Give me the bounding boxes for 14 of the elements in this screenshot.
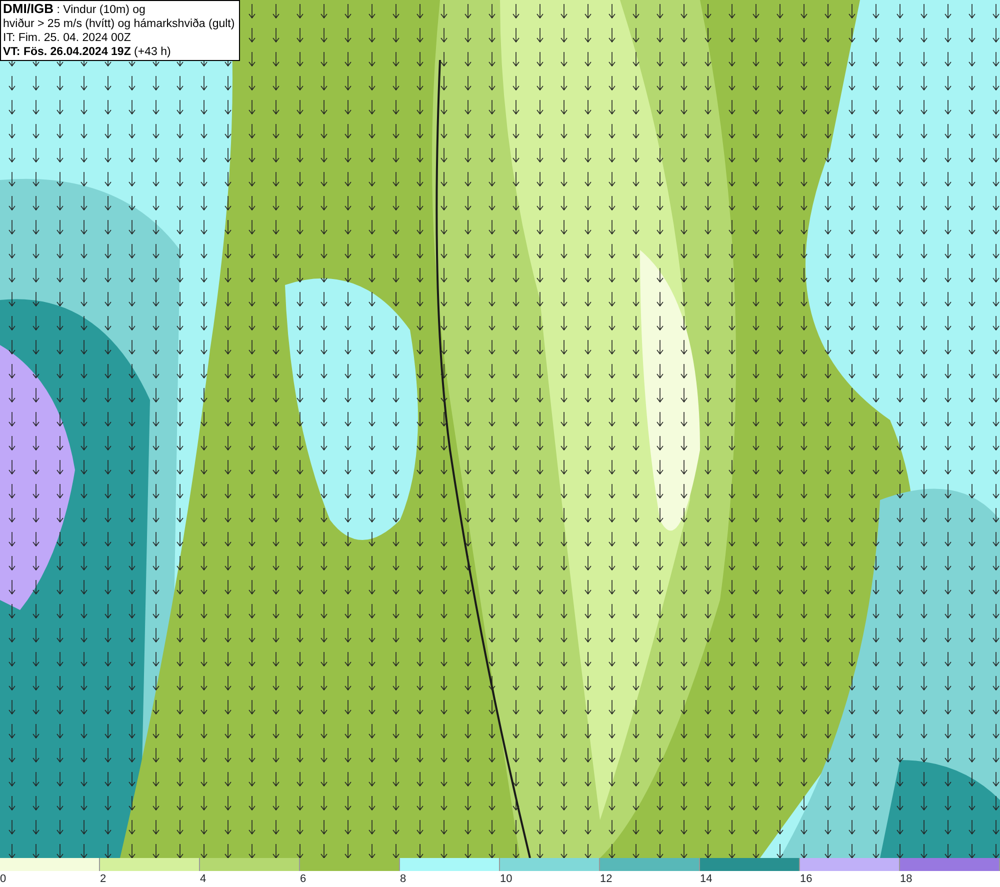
caption-line: VT: Fös. 26.04.2024 19Z (+43 h) xyxy=(3,45,172,59)
legend-label: 2 xyxy=(100,872,106,887)
legend-label: 4 xyxy=(200,872,206,887)
legend-label: 6 xyxy=(300,872,306,887)
legend-label: 10 xyxy=(500,872,512,887)
caption-line: hviður > 25 m/s (hvítt) og hámarkshviða (gult) xyxy=(3,17,235,31)
legend-label: 18 xyxy=(900,872,912,887)
legend-label: 14 xyxy=(700,872,712,887)
caption-line: DMI/IGB : Vindur (10m) og xyxy=(3,2,146,17)
caption-line: IT: Fim. 25. 04. 2024 00Z xyxy=(3,31,132,45)
legend-label: 0 xyxy=(0,872,6,887)
legend-label: 8 xyxy=(400,872,406,887)
legend-label: 12 xyxy=(600,872,612,887)
legend-label: 16 xyxy=(800,872,812,887)
